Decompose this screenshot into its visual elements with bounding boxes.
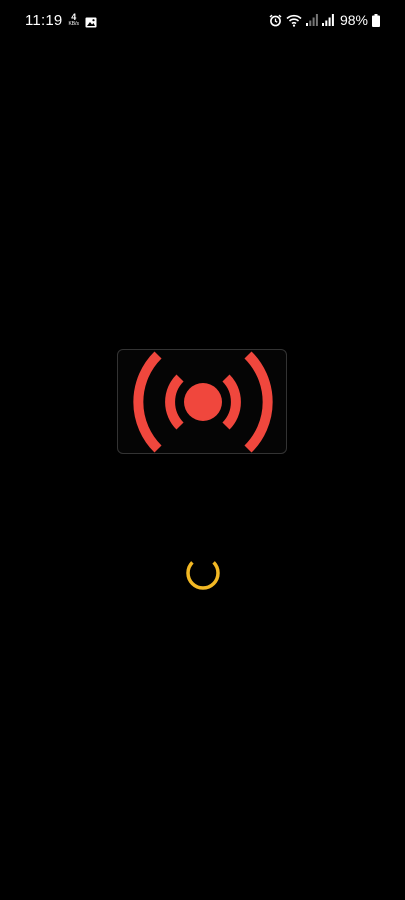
- app-logo: [117, 349, 287, 454]
- status-left: 11:19 4 KB/s: [25, 10, 97, 30]
- alarm-icon: [269, 14, 282, 27]
- wifi-icon: [286, 14, 302, 27]
- status-bar: 11:19 4 KB/s 98%: [0, 0, 405, 40]
- gallery-icon: [85, 15, 97, 27]
- battery-percent: 98%: [339, 12, 368, 28]
- broadcast-icon: [133, 351, 273, 453]
- network-speed-unit: KB/s: [68, 21, 79, 27]
- status-right: 98%: [269, 10, 380, 30]
- battery-icon: [372, 13, 380, 27]
- clock: 11:19: [25, 11, 63, 29]
- signal-icon: [305, 14, 318, 26]
- network-speed: 4 KB/s: [68, 13, 79, 27]
- signal-icon: [321, 14, 334, 26]
- loading-spinner: [185, 555, 221, 591]
